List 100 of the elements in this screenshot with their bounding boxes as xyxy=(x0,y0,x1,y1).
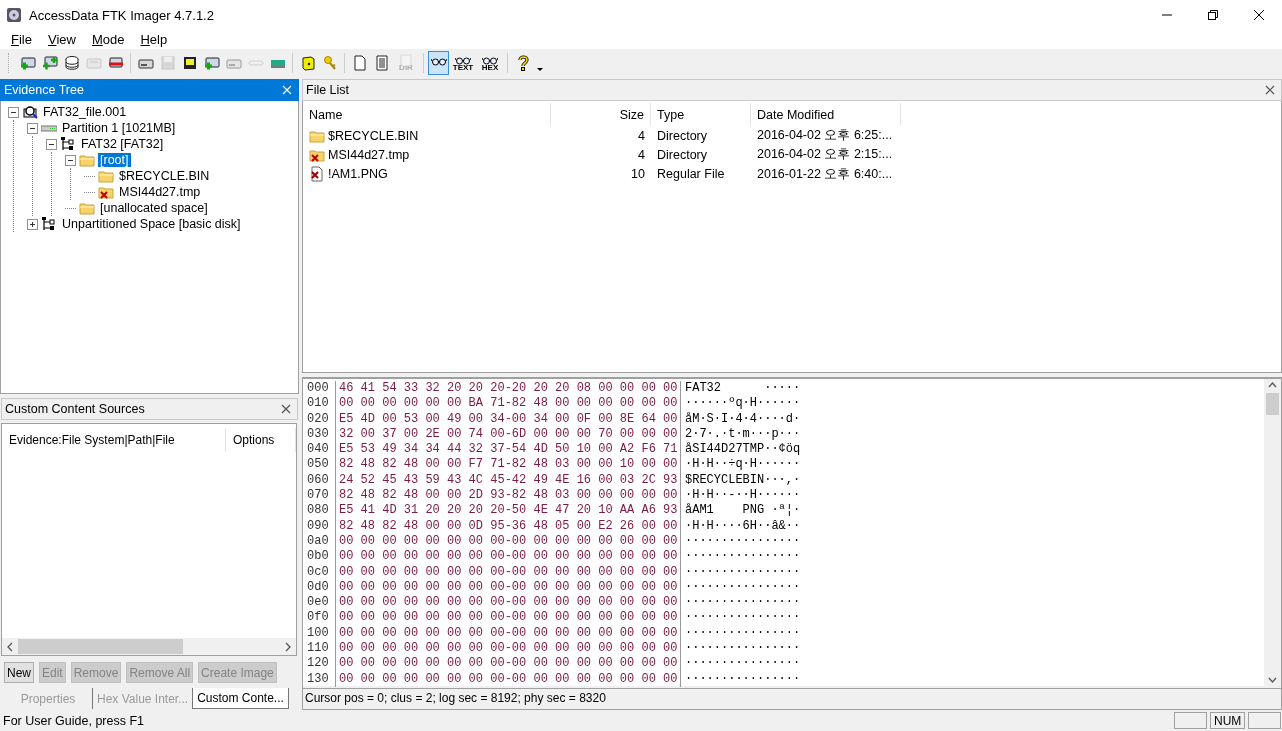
column-header[interactable]: Evidence:File System|Path|File xyxy=(2,428,226,452)
collapse-toggle[interactable] xyxy=(27,122,38,134)
ascii-text: åM·S·I·4·4····d· xyxy=(684,411,801,427)
hex-offset: 060 xyxy=(306,472,330,489)
collapse-toggle[interactable] xyxy=(8,106,19,118)
close-icon[interactable] xyxy=(281,404,291,414)
icon-label: DIR xyxy=(399,64,413,72)
ascii-text: ·H·H··-··H······ xyxy=(684,488,801,503)
collapse-toggle[interactable] xyxy=(65,154,76,166)
drive-plus-icon xyxy=(19,55,36,71)
hex-bytes: 82 48 82 48 00 00 F7 71-82 48 03 00 00 10 00 00 xyxy=(335,457,681,473)
ascii-text: ·H·H····6H··â&·· xyxy=(684,518,801,534)
drive-icon xyxy=(85,55,102,71)
folder-icon xyxy=(79,152,95,168)
column-header[interactable]: Options xyxy=(226,428,296,452)
menu-item[interactable]: Mode xyxy=(83,32,133,47)
horizontal-scrollbar[interactable] xyxy=(2,638,296,655)
tree-item[interactable]: [root] xyxy=(98,153,131,167)
ascii-text: $RECYCLEBIN···,· xyxy=(684,472,801,489)
column-header[interactable]: Size xyxy=(551,103,651,126)
hex-offset: 090 xyxy=(306,518,330,534)
tree-structure-icon xyxy=(41,216,57,232)
status-indicator: NUM xyxy=(1210,712,1245,729)
folder-icon xyxy=(98,168,114,184)
ascii-text: ················ xyxy=(684,641,801,657)
table-cell-text: 4 xyxy=(637,128,646,143)
ascii-text: ················ xyxy=(684,671,801,687)
hex-offset: 020 xyxy=(306,411,330,427)
page-icon xyxy=(351,55,368,71)
ascii-text: ················ xyxy=(684,595,801,611)
hex-bytes: 00 00 00 00 00 00 00 00-00 00 00 00 00 00 00 00 xyxy=(335,656,681,672)
glasses-button[interactable]: HEX xyxy=(477,51,503,75)
menu-item[interactable]: File xyxy=(3,32,40,47)
hex-offset: 0e0 xyxy=(306,595,330,611)
column-header[interactable]: Date Modified xyxy=(751,103,901,126)
hex-bytes: 82 48 82 48 00 00 0D 95-36 48 05 00 E2 26 00 00 xyxy=(335,518,681,534)
hex-offset: 0a0 xyxy=(306,533,330,550)
window-title: AccessData FTK Imager 4.7.1.2 xyxy=(29,7,215,23)
key-icon xyxy=(321,55,338,71)
deleted-file-icon xyxy=(309,166,325,183)
tree-item[interactable]: Unpartitioned Space [basic disk] xyxy=(60,217,243,231)
ascii-text: ················ xyxy=(684,579,801,596)
menu-item[interactable]: Help xyxy=(132,32,176,47)
hex-bytes: 00 00 00 00 00 00 00 00-00 00 00 00 00 00 00 00 xyxy=(335,610,681,626)
ascii-text: ················ xyxy=(684,610,801,626)
tree-item[interactable]: $RECYCLE.BIN xyxy=(117,169,212,183)
glasses-icon xyxy=(455,54,471,66)
close-icon xyxy=(1254,10,1264,20)
drive-plus-icon xyxy=(203,55,220,71)
tree-item[interactable]: FAT32 [FAT32] xyxy=(79,137,166,151)
hex-bytes: 00 00 00 00 00 00 00 00-00 00 00 00 00 00 00 00 xyxy=(335,533,681,550)
file-name[interactable]: $RECYCLE.BIN xyxy=(328,128,419,143)
ascii-text: ················ xyxy=(684,625,801,642)
table-cell-text: 10 xyxy=(630,167,646,182)
glasses-button[interactable]: TEXT xyxy=(450,51,476,75)
scroll-thumb[interactable] xyxy=(1266,393,1279,415)
app-disk-icon xyxy=(6,7,22,23)
collapse-toggle[interactable] xyxy=(46,138,57,150)
ascii-text: ·H·H··÷q·H······ xyxy=(684,457,801,473)
ascii-text: ················ xyxy=(684,533,801,550)
restore-icon xyxy=(1208,10,1218,20)
hex-offset: 030 xyxy=(306,426,330,443)
hex-offset: 040 xyxy=(306,442,330,458)
disk-stack-icon xyxy=(63,55,80,71)
glasses-button[interactable] xyxy=(428,51,449,75)
table-cell-text: 2016-04-02 오후 2:15:... xyxy=(756,146,894,164)
close-icon[interactable] xyxy=(1265,85,1275,95)
ascii-text: ················ xyxy=(684,564,801,580)
hex-bytes: 00 00 00 00 00 00 00 00-00 00 00 00 00 00 00 00 xyxy=(335,579,681,596)
plus-icon xyxy=(28,219,37,229)
hex-offset: 050 xyxy=(306,457,330,473)
hex-bytes: 00 00 00 00 00 00 00 00-00 00 00 00 00 00 00 00 xyxy=(335,641,681,657)
panel-tab[interactable]: Custom Conte... xyxy=(192,688,289,709)
hex-bytes: 00 00 00 00 00 00 00 00-00 00 00 00 00 00 00 00 xyxy=(335,595,681,611)
hex-bytes: 32 00 37 00 2E 00 74 00-6D 00 00 00 70 00 00 00 xyxy=(335,426,681,443)
menu-item[interactable]: View xyxy=(39,32,84,47)
hex-bytes: 00 00 00 00 00 00 BA 71-82 48 00 00 00 00 00 00 xyxy=(335,396,681,412)
panel-title: File List xyxy=(306,83,351,97)
evidence-disk-icon xyxy=(22,104,38,120)
scroll-thumb[interactable] xyxy=(18,639,183,654)
hex-bytes: E5 53 49 34 34 44 32 37-54 4D 50 10 00 A2 F6 71 xyxy=(335,442,681,458)
panel-title: Custom Content Sources xyxy=(5,402,146,416)
text-page-icon xyxy=(373,55,390,71)
file-name[interactable]: MSI44d27.tmp xyxy=(328,147,410,162)
status-pane xyxy=(1174,712,1207,729)
table-cell-text: 4 xyxy=(637,147,646,162)
action-button[interactable]: New xyxy=(4,662,34,683)
hex-offset: 010 xyxy=(306,396,330,412)
status-pane xyxy=(1248,712,1281,729)
file-name[interactable]: !AM1.PNG xyxy=(328,167,388,182)
drive-remove-icon xyxy=(107,55,124,71)
tree-item[interactable]: [unallocated space] xyxy=(98,201,210,215)
tree-item[interactable]: FAT32_file.001 xyxy=(41,105,129,119)
column-header[interactable]: Name xyxy=(303,103,551,126)
expand-toggle[interactable] xyxy=(27,218,38,230)
vertical-scrollbar[interactable] xyxy=(1264,379,1281,686)
column-header[interactable]: Type xyxy=(651,103,751,126)
tree-item[interactable]: Partition 1 [1021MB] xyxy=(60,121,178,135)
tree-item[interactable]: MSI44d27.tmp xyxy=(117,185,203,199)
folder-icon xyxy=(79,200,95,216)
